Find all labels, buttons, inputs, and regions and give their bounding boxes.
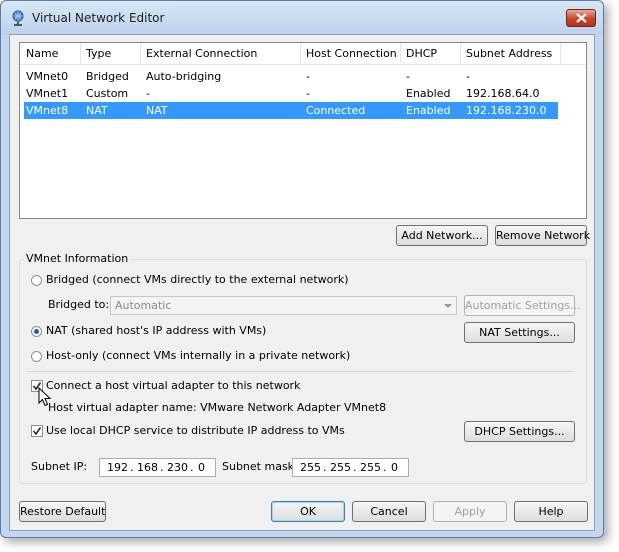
nat-radio[interactable] xyxy=(31,326,42,337)
cell-type: Bridged xyxy=(86,70,129,83)
cell-subnet-address: 192.168.230.0 xyxy=(466,104,547,117)
bridged-to-label: Bridged to: xyxy=(48,298,110,311)
restore-default-button[interactable]: Restore Default xyxy=(19,501,106,522)
subnet-mask-octet-1: 255 xyxy=(300,461,321,474)
checkmark-icon xyxy=(32,427,42,436)
cell-dhcp: - xyxy=(406,70,410,83)
subnet-ip-label: Subnet IP: xyxy=(31,460,88,473)
cell-subnet-address: 192.168.64.0 xyxy=(466,87,540,100)
cell-name: VMnet1 xyxy=(26,87,69,100)
dialog-client-area: Name Type External Connection Host Conne… xyxy=(9,34,595,531)
subnet-ip-octet-1: 192 xyxy=(107,461,128,474)
table-row[interactable]: VMnet0 Bridged Auto-bridging - - - xyxy=(24,68,558,85)
group-title: VMnet Information xyxy=(24,252,131,265)
apply-button[interactable]: Apply xyxy=(433,501,507,522)
subnet-ip-field[interactable]: 192 . 168 . 230 . 0 xyxy=(99,458,216,477)
chevron-down-icon xyxy=(444,304,452,308)
connect-adapter-label[interactable]: Connect a host virtual adapter to this n… xyxy=(46,379,300,392)
subnet-ip-octet-4: 0 xyxy=(198,461,205,474)
network-list[interactable]: Name Type External Connection Host Conne… xyxy=(19,42,587,219)
column-header-name[interactable]: Name xyxy=(26,47,58,60)
cell-host-connection: Connected xyxy=(306,104,366,117)
column-header-dhcp[interactable]: DHCP xyxy=(406,47,437,60)
subnet-mask-label: Subnet mask: xyxy=(222,460,298,473)
adapter-name-text: Host virtual adapter name: VMware Networ… xyxy=(48,401,387,414)
cell-external-connection: Auto-bridging xyxy=(146,70,222,83)
cell-type: NAT xyxy=(86,104,108,117)
list-header: Name Type External Connection Host Conne… xyxy=(20,43,586,65)
dhcp-settings-button[interactable]: DHCP Settings... xyxy=(464,421,575,442)
subnet-mask-octet-2: 255 xyxy=(330,461,351,474)
bridged-label[interactable]: Bridged (connect VMs directly to the ext… xyxy=(46,273,349,286)
divider xyxy=(27,371,574,372)
virtual-network-editor-window: Virtual Network Editor Name Type Externa… xyxy=(0,0,604,538)
subnet-mask-octet-3: 255 xyxy=(360,461,381,474)
bridged-to-value: Automatic xyxy=(115,299,172,312)
remove-network-button[interactable]: Remove Network xyxy=(495,225,590,246)
cell-external-connection: NAT xyxy=(146,104,168,117)
nat-label[interactable]: NAT (shared host's IP address with VMs) xyxy=(46,324,266,337)
cell-dhcp: Enabled xyxy=(406,87,451,100)
column-header-type[interactable]: Type xyxy=(86,47,111,60)
column-header-host-connection[interactable]: Host Connection xyxy=(306,47,397,60)
dhcp-checkbox[interactable] xyxy=(31,425,43,437)
table-row[interactable]: VMnet1 Custom - - Enabled 192.168.64.0 xyxy=(24,85,558,102)
table-row-selected[interactable]: VMnet8 NAT NAT Connected Enabled 192.168… xyxy=(24,102,558,119)
help-button[interactable]: Help xyxy=(514,501,588,522)
subnet-ip-octet-2: 168 xyxy=(137,461,158,474)
mouse-cursor-icon xyxy=(38,387,52,407)
close-icon xyxy=(576,13,587,23)
cell-name: VMnet0 xyxy=(26,70,69,83)
cell-subnet-address: - xyxy=(466,70,470,83)
column-header-external-connection[interactable]: External Connection xyxy=(146,47,257,60)
window-title: Virtual Network Editor xyxy=(32,11,165,25)
cell-host-connection: - xyxy=(306,70,310,83)
cell-host-connection: - xyxy=(306,87,310,100)
network-globe-icon xyxy=(12,10,24,26)
cell-name: VMnet8 xyxy=(26,104,69,117)
column-header-subnet-address[interactable]: Subnet Address xyxy=(466,47,552,60)
cell-type: Custom xyxy=(86,87,129,100)
bridged-to-select[interactable]: Automatic xyxy=(110,296,457,315)
nat-settings-button[interactable]: NAT Settings... xyxy=(464,322,575,343)
ok-button[interactable]: OK xyxy=(271,501,345,522)
automatic-settings-button[interactable]: Automatic Settings... xyxy=(464,295,581,316)
subnet-mask-field[interactable]: 255 . 255 . 255 . 0 xyxy=(292,458,409,477)
add-network-button[interactable]: Add Network... xyxy=(396,225,488,246)
subnet-mask-octet-4: 0 xyxy=(391,461,398,474)
title-bar[interactable]: Virtual Network Editor xyxy=(1,1,603,35)
subnet-ip-octet-3: 230 xyxy=(167,461,188,474)
cell-dhcp: Enabled xyxy=(406,104,451,117)
close-button[interactable] xyxy=(566,9,596,27)
cell-external-connection: - xyxy=(146,87,150,100)
dhcp-label[interactable]: Use local DHCP service to distribute IP … xyxy=(46,424,345,437)
bridged-radio[interactable] xyxy=(31,275,42,286)
host-only-radio[interactable] xyxy=(31,351,42,362)
cancel-button[interactable]: Cancel xyxy=(352,501,426,522)
host-only-label[interactable]: Host-only (connect VMs internally in a p… xyxy=(46,349,350,362)
